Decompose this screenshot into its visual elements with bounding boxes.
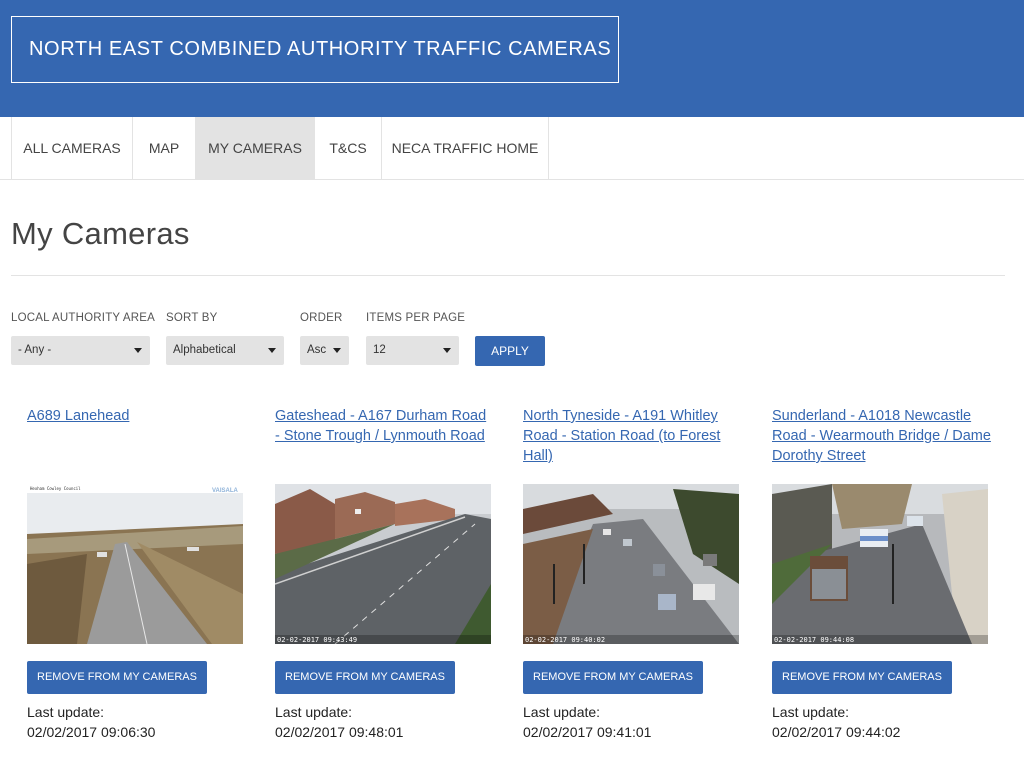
remove-from-my-cameras-button[interactable]: REMOVE FROM MY CAMERAS — [275, 661, 455, 694]
header-banner: NORTH EAST COMBINED AUTHORITY TRAFFIC CA… — [0, 0, 1024, 117]
camera-card: A689 Lanehead Hexham Cowley Council VAIS… — [27, 406, 249, 756]
nav-map[interactable]: MAP — [133, 117, 196, 179]
last-update-value: 02/02/2017 09:41:01 — [523, 724, 652, 740]
last-update-label: Last update: — [523, 704, 601, 720]
camera-image[interactable]: 02-02-2017 09:43:49 — [275, 484, 491, 644]
last-update-label: Last update: — [27, 704, 105, 720]
camera-title-link[interactable]: A689 Lanehead — [27, 406, 247, 426]
camera-overlay-text: Hexham Cowley Council — [30, 486, 81, 491]
sort-select[interactable]: Alphabetical — [166, 336, 284, 365]
site-title[interactable]: NORTH EAST COMBINED AUTHORITY TRAFFIC CA… — [11, 16, 619, 83]
camera-card: Sunderland - A1018 Newcastle Road - Wear… — [772, 406, 994, 756]
camera-image[interactable]: 02-02-2017 09:40:02 — [523, 484, 739, 644]
last-update-label: Last update: — [275, 704, 353, 720]
items-per-page-select[interactable]: 12 — [366, 336, 459, 365]
last-update-value: 02/02/2017 09:06:30 — [27, 724, 156, 740]
order-value: Asc — [307, 344, 327, 356]
chevron-down-icon — [268, 348, 276, 353]
camera-image[interactable]: 02-02-2017 09:44:08 — [772, 484, 988, 644]
page-title: My Cameras — [11, 216, 190, 251]
last-update-label: Last update: — [772, 704, 850, 720]
nav-all-cameras[interactable]: ALL CAMERAS — [11, 117, 133, 179]
camera-timestamp: 02-02-2017 09:44:08 — [774, 636, 854, 644]
main-nav: ALL CAMERAS MAP MY CAMERAS T&CS NECA TRA… — [0, 117, 1024, 180]
chevron-down-icon — [333, 348, 341, 353]
vaisala-logo: VAISALA — [212, 488, 239, 494]
camera-card: Gateshead - A167 Durham Road - Stone Tro… — [275, 406, 497, 756]
nav-terms[interactable]: T&CS — [315, 117, 382, 179]
remove-from-my-cameras-button[interactable]: REMOVE FROM MY CAMERAS — [27, 661, 207, 694]
sort-value: Alphabetical — [173, 344, 236, 356]
chevron-down-icon — [134, 348, 142, 353]
last-update-value: 02/02/2017 09:44:02 — [772, 724, 901, 740]
remove-from-my-cameras-button[interactable]: REMOVE FROM MY CAMERAS — [772, 661, 952, 694]
title-divider — [11, 275, 1005, 276]
apply-button[interactable]: APPLY — [475, 336, 545, 366]
camera-title-link[interactable]: North Tyneside - A191 Whitley Road - Sta… — [523, 406, 743, 466]
remove-from-my-cameras-button[interactable]: REMOVE FROM MY CAMERAS — [523, 661, 703, 694]
order-select[interactable]: Asc — [300, 336, 349, 365]
area-filter-select[interactable]: - Any - — [11, 336, 150, 365]
nav-neca-traffic-home[interactable]: NECA TRAFFIC HOME — [382, 117, 549, 179]
camera-timestamp: 02-02-2017 09:43:49 — [277, 636, 357, 644]
items-per-page-label: ITEMS PER PAGE — [366, 312, 466, 324]
chevron-down-icon — [443, 348, 451, 353]
nav-my-cameras[interactable]: MY CAMERAS — [196, 117, 315, 179]
items-per-page-value: 12 — [373, 344, 386, 356]
camera-image[interactable]: Hexham Cowley Council VAISALA — [27, 484, 243, 644]
camera-title-link[interactable]: Sunderland - A1018 Newcastle Road - Wear… — [772, 406, 992, 466]
camera-card: North Tyneside - A191 Whitley Road - Sta… — [523, 406, 745, 756]
last-update-value: 02/02/2017 09:48:01 — [275, 724, 404, 740]
order-label: ORDER — [300, 312, 343, 324]
area-filter-value: - Any - — [18, 344, 52, 356]
camera-timestamp: 02-02-2017 09:40:02 — [525, 636, 605, 644]
sort-label: SORT BY — [166, 312, 218, 324]
camera-title-link[interactable]: Gateshead - A167 Durham Road - Stone Tro… — [275, 406, 495, 446]
area-filter-label: LOCAL AUTHORITY AREA — [11, 312, 155, 324]
